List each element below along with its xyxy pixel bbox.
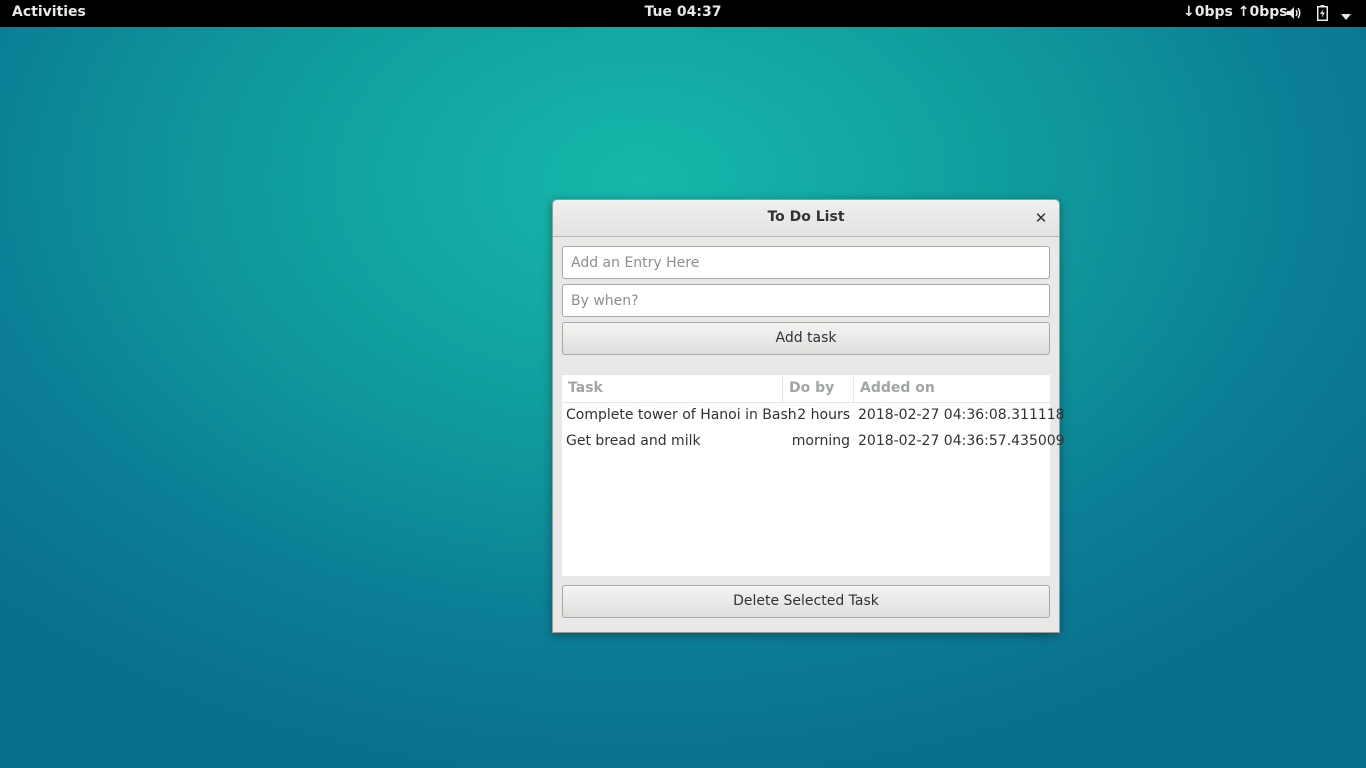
close-icon[interactable]: ✕ xyxy=(1032,209,1050,227)
window-title: To Do List xyxy=(767,209,845,225)
volume-icon[interactable] xyxy=(1286,6,1302,20)
column-divider xyxy=(853,375,854,402)
task-entry-input[interactable] xyxy=(562,246,1050,279)
column-header-added-on[interactable]: Added on xyxy=(860,380,935,396)
task-added-on: 2018-02-27 04:36:08.311118 xyxy=(858,407,1065,423)
todo-window: To Do List ✕ Add task Task Do by Added o… xyxy=(552,199,1065,633)
activities-button[interactable]: Activities xyxy=(12,4,86,20)
network-speed: ↓0bps ↑0bps xyxy=(1183,4,1288,20)
column-divider xyxy=(782,375,783,402)
clock[interactable]: Tue 04:37 xyxy=(645,4,722,20)
task-name: Get bread and milk xyxy=(566,433,701,449)
add-task-button[interactable]: Add task xyxy=(562,322,1050,355)
system-menu-arrow-icon[interactable] xyxy=(1340,9,1352,20)
task-list-header: Task Do by Added on xyxy=(562,375,1050,403)
task-row[interactable]: Complete tower of Hanoi in Bash 2 hours … xyxy=(562,403,1065,429)
task-list[interactable]: Task Do by Added on Complete tower of Ha… xyxy=(562,375,1065,576)
column-header-task[interactable]: Task xyxy=(568,380,603,396)
task-do-by: morning xyxy=(791,433,850,449)
delete-selected-task-button[interactable]: Delete Selected Task xyxy=(562,585,1050,618)
when-entry-input[interactable] xyxy=(562,284,1050,317)
window-titlebar[interactable]: To Do List ✕ xyxy=(553,200,1059,237)
battery-icon[interactable] xyxy=(1317,5,1328,21)
clock-container: Tue 04:37 xyxy=(0,4,1366,20)
top-bar: Activities Tue 04:37 ↓0bps ↑0bps xyxy=(0,0,1366,27)
task-do-by: 2 hours xyxy=(797,407,850,423)
column-header-do-by[interactable]: Do by xyxy=(789,380,834,396)
task-row[interactable]: Get bread and milk morning 2018-02-27 04… xyxy=(562,429,1065,455)
task-added-on: 2018-02-27 04:36:57.435009 xyxy=(858,433,1065,449)
task-name: Complete tower of Hanoi in Bash xyxy=(566,407,797,423)
